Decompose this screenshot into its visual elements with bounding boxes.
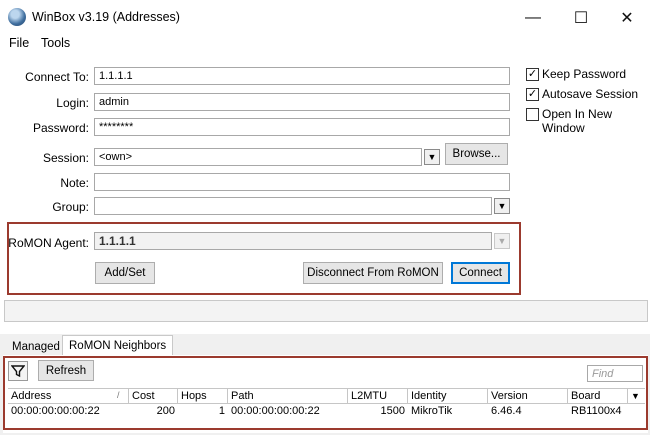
- col-cost[interactable]: Cost: [129, 389, 178, 403]
- menu-tools[interactable]: Tools: [41, 36, 70, 50]
- group-select[interactable]: [94, 197, 492, 215]
- connect-to-input[interactable]: 1.1.1.1: [94, 67, 510, 85]
- keep-password-checkbox[interactable]: ✓: [526, 68, 539, 81]
- window-title: WinBox v3.19 (Addresses): [32, 10, 180, 24]
- cell-identity[interactable]: MikroTik: [408, 404, 488, 418]
- cell-path[interactable]: 00:00:00:00:00:22: [228, 404, 348, 418]
- browse-button[interactable]: Browse...: [445, 143, 508, 165]
- cell-address[interactable]: 00:00:00:00:00:22: [8, 404, 129, 418]
- add-set-button[interactable]: Add/Set: [95, 262, 155, 284]
- find-input[interactable]: Find: [587, 365, 643, 382]
- col-version[interactable]: Version: [488, 389, 568, 403]
- group-label: Group:: [52, 200, 89, 214]
- cell-l2mtu[interactable]: 1500: [348, 404, 408, 418]
- note-input[interactable]: [94, 173, 510, 191]
- cell-hops[interactable]: 1: [178, 404, 228, 418]
- menu-file[interactable]: File: [9, 36, 29, 50]
- group-dropdown-icon[interactable]: ▼: [494, 198, 510, 214]
- note-label: Note:: [60, 176, 89, 190]
- autosave-session-label: Autosave Session: [542, 87, 639, 101]
- tab-romon-neighbors[interactable]: RoMON Neighbors: [62, 335, 174, 356]
- close-button[interactable]: ✕: [613, 6, 641, 30]
- refresh-button[interactable]: Refresh: [38, 360, 94, 381]
- session-label: Session:: [42, 151, 89, 165]
- tab-managed[interactable]: Managed: [6, 337, 66, 356]
- connect-button[interactable]: Connect: [451, 262, 510, 284]
- cell-version[interactable]: 6.46.4: [488, 404, 568, 418]
- romon-agent-label: RoMON Agent:: [8, 236, 89, 250]
- col-path[interactable]: Path: [228, 389, 348, 403]
- col-hops[interactable]: Hops: [178, 389, 228, 403]
- status-bar: [4, 300, 648, 322]
- app-logo-icon: [8, 8, 26, 26]
- connect-to-label: Connect To:: [25, 70, 89, 84]
- cell-cost[interactable]: 200: [129, 404, 178, 418]
- cell-board[interactable]: RB1100x4: [568, 404, 642, 418]
- col-identity[interactable]: Identity: [408, 389, 488, 403]
- col-l2mtu[interactable]: L2MTU: [348, 389, 408, 403]
- sort-icon: /: [117, 390, 120, 400]
- autosave-session-checkbox[interactable]: ✓: [526, 88, 539, 101]
- col-board[interactable]: Board: [568, 389, 628, 403]
- password-label: Password:: [32, 121, 89, 135]
- romon-agent-dropdown-icon[interactable]: ▼: [494, 233, 510, 249]
- login-label: Login:: [56, 96, 89, 110]
- maximize-button[interactable]: ☐: [567, 6, 595, 30]
- filter-icon[interactable]: [8, 361, 28, 381]
- keep-password-label: Keep Password: [542, 67, 627, 81]
- login-input[interactable]: admin: [94, 93, 510, 111]
- disconnect-romon-button[interactable]: Disconnect From RoMON: [303, 262, 443, 284]
- column-menu-icon[interactable]: ▼: [631, 391, 640, 401]
- col-address[interactable]: Address: [8, 389, 129, 403]
- open-new-window-checkbox[interactable]: [526, 108, 539, 121]
- minimize-button[interactable]: —: [519, 6, 547, 30]
- password-input[interactable]: ********: [94, 118, 510, 136]
- session-dropdown-icon[interactable]: ▼: [424, 149, 440, 165]
- romon-agent-select[interactable]: 1.1.1.1: [94, 232, 492, 250]
- session-select[interactable]: <own>: [94, 148, 422, 166]
- open-new-window-label: Open In New Window: [542, 107, 613, 135]
